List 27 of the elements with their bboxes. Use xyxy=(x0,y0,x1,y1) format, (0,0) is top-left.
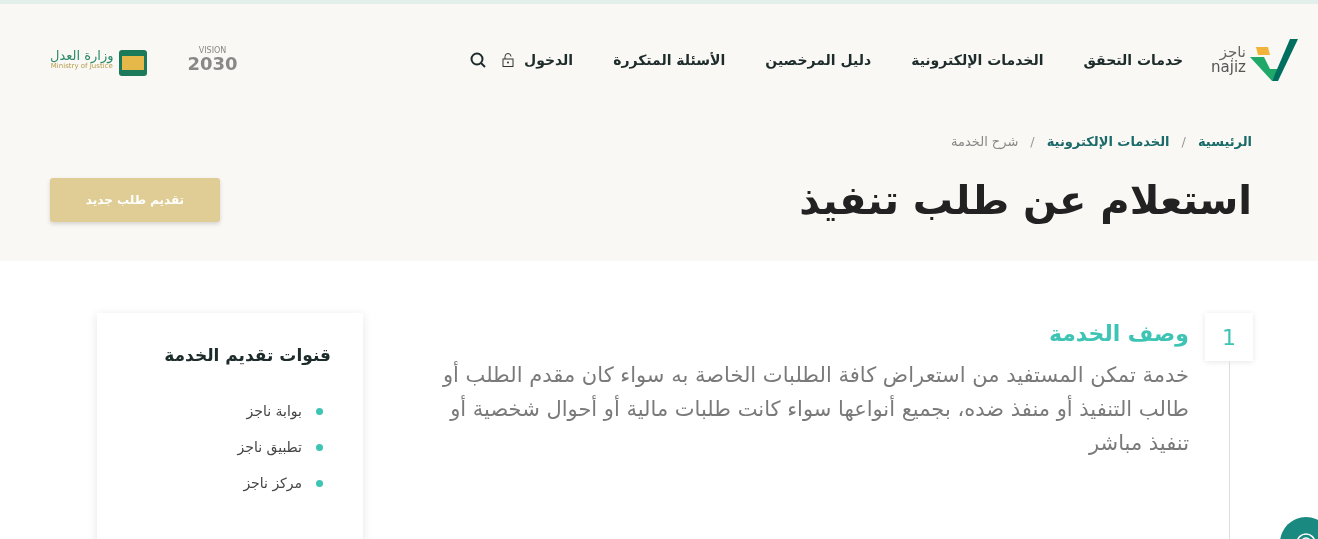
bullet-icon xyxy=(316,479,323,487)
step-number: 1 xyxy=(1205,313,1253,361)
breadcrumb-link[interactable]: الخدمات الإلكترونية xyxy=(1046,134,1170,149)
channel-item: بوابة ناجز xyxy=(246,403,302,419)
breadcrumb-separator: / xyxy=(1181,134,1186,149)
login-link[interactable]: الدخول xyxy=(524,52,574,68)
checkmark-logo-icon xyxy=(1250,39,1298,81)
lock-icon xyxy=(502,53,514,67)
card-title: قنوات تقديم الخدمة xyxy=(163,345,331,365)
bullet-icon xyxy=(316,443,323,451)
channel-item: تطبيق ناجز xyxy=(237,439,302,455)
channel-item: مركز ناجز xyxy=(243,475,302,491)
vision-logo: VISION 2030 xyxy=(187,47,238,73)
logo-text: ناجز xyxy=(1219,45,1246,60)
current-page-label: شرح الخدمة xyxy=(951,134,1019,149)
search-icon[interactable] xyxy=(470,52,486,68)
logo-text: najiz xyxy=(1211,60,1246,75)
page-title: استعلام عن طلب تنفيذ xyxy=(799,177,1252,223)
nav-link[interactable]: الخدمات الإلكترونية xyxy=(911,52,1044,68)
breadcrumb-separator: / xyxy=(1030,134,1035,149)
nav-link[interactable]: دليل المرخصين xyxy=(765,52,872,68)
step-description: خدمة تمكن المستفيد من استعراض كافة الطلبات الخاصة به سواء كان مقدم الطلب أو طالب التنفيذ أو منفذ ضده، بجميع أنواعها سواء كانت طلبات مالية أو أحوال شخصية أو تنفيذ مباشر xyxy=(441,360,1189,457)
nav-link[interactable]: خدمات التحقق xyxy=(1083,52,1184,68)
bullet-icon xyxy=(316,407,323,415)
step-title: وصف الخدمة xyxy=(1047,321,1189,346)
nav-link[interactable]: الأسئلة المتكررة xyxy=(613,52,726,68)
breadcrumb-link[interactable]: الرئيسية xyxy=(1197,134,1252,149)
